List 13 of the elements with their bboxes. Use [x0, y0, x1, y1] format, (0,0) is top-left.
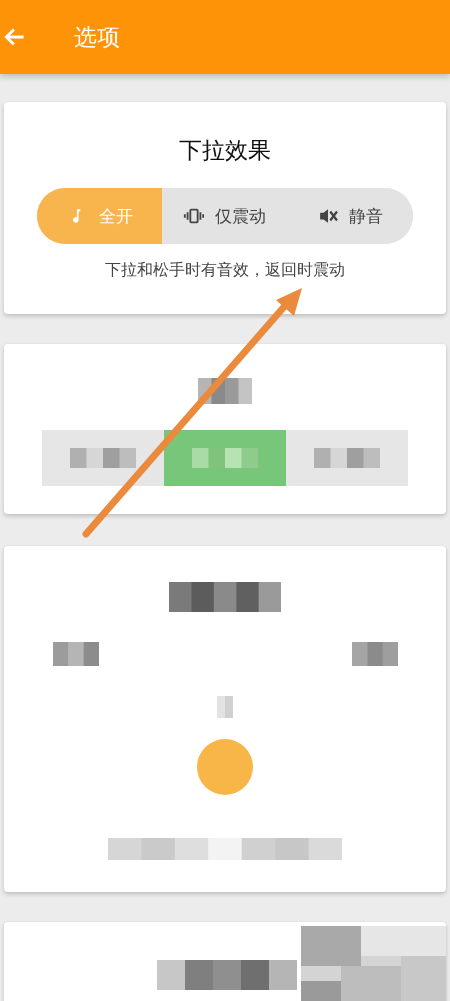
pixelated-text: [217, 696, 233, 718]
pixelated-text: [70, 448, 136, 468]
pixelated-text: [351, 642, 398, 666]
card-title: 下拉效果: [179, 136, 271, 165]
pixelated-text: [198, 378, 252, 404]
description-text: 下拉和松手时有音效，返回时震动: [105, 260, 345, 281]
pixelated-text: [52, 642, 99, 666]
pixelated-text: [314, 448, 380, 468]
segment-option[interactable]: [164, 430, 286, 486]
screen-title: 选项: [74, 22, 120, 52]
mute-icon: [317, 207, 340, 225]
vibrate-icon: [183, 207, 206, 225]
pixelated-text: [192, 448, 258, 468]
